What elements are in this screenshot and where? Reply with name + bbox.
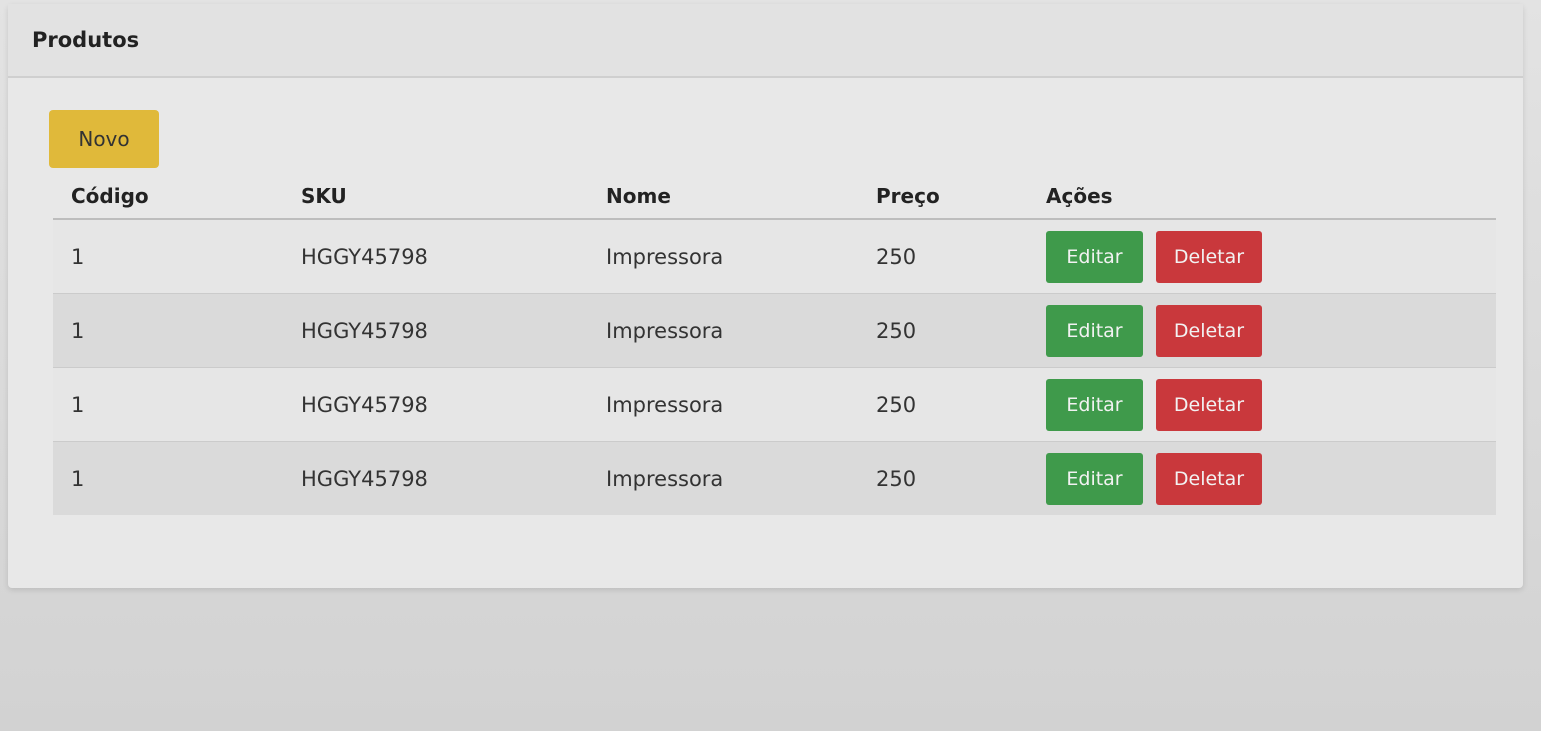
table-row: 1 HGGY45798 Impressora 250 Editar Deletar bbox=[53, 367, 1496, 442]
table-row: 1 HGGY45798 Impressora 250 Editar Deletar bbox=[53, 293, 1496, 368]
column-header-acoes: Ações bbox=[1046, 174, 1496, 220]
table-row: 1 HGGY45798 Impressora 250 Editar Deletar bbox=[53, 441, 1496, 515]
edit-button[interactable]: Editar bbox=[1046, 452, 1143, 505]
page: Produtos Novo Código SKU Nome Preço Açõe… bbox=[0, 0, 1541, 731]
cell-codigo: 1 bbox=[53, 441, 301, 515]
cell-codigo: 1 bbox=[53, 293, 301, 368]
cell-preco: 250 bbox=[876, 218, 1046, 294]
cell-nome: Impressora bbox=[606, 441, 876, 515]
table-row: 1 HGGY45798 Impressora 250 Editar Deletar bbox=[53, 218, 1496, 294]
cell-codigo: 1 bbox=[53, 218, 301, 294]
cell-acoes: Editar Deletar bbox=[1046, 293, 1496, 368]
cell-nome: Impressora bbox=[606, 218, 876, 294]
cell-codigo: 1 bbox=[53, 367, 301, 442]
cell-nome: Impressora bbox=[606, 293, 876, 368]
cell-nome: Impressora bbox=[606, 367, 876, 442]
new-product-button[interactable]: Novo bbox=[49, 110, 159, 168]
delete-button[interactable]: Deletar bbox=[1156, 304, 1262, 357]
column-header-codigo: Código bbox=[53, 174, 301, 220]
cell-sku: HGGY45798 bbox=[301, 293, 606, 368]
edit-button[interactable]: Editar bbox=[1046, 230, 1143, 283]
edit-button[interactable]: Editar bbox=[1046, 378, 1143, 431]
edit-button[interactable]: Editar bbox=[1046, 304, 1143, 357]
page-title: Produtos bbox=[32, 28, 140, 52]
table-header-row: Código SKU Nome Preço Ações bbox=[53, 174, 1496, 220]
cell-preco: 250 bbox=[876, 367, 1046, 442]
delete-button[interactable]: Deletar bbox=[1156, 452, 1262, 505]
cell-sku: HGGY45798 bbox=[301, 441, 606, 515]
cell-acoes: Editar Deletar bbox=[1046, 441, 1496, 515]
delete-button[interactable]: Deletar bbox=[1156, 230, 1262, 283]
cell-preco: 250 bbox=[876, 441, 1046, 515]
cell-sku: HGGY45798 bbox=[301, 218, 606, 294]
column-header-nome: Nome bbox=[606, 174, 876, 220]
products-table: Código SKU Nome Preço Ações 1 HGGY45798 … bbox=[53, 174, 1496, 515]
cell-sku: HGGY45798 bbox=[301, 367, 606, 442]
products-card: Produtos Novo Código SKU Nome Preço Açõe… bbox=[8, 4, 1523, 588]
cell-acoes: Editar Deletar bbox=[1046, 367, 1496, 442]
delete-button[interactable]: Deletar bbox=[1156, 378, 1262, 431]
cell-preco: 250 bbox=[876, 293, 1046, 368]
column-header-sku: SKU bbox=[301, 174, 606, 220]
column-header-preco: Preço bbox=[876, 174, 1046, 220]
cell-acoes: Editar Deletar bbox=[1046, 218, 1496, 294]
card-header: Produtos bbox=[8, 4, 1523, 78]
